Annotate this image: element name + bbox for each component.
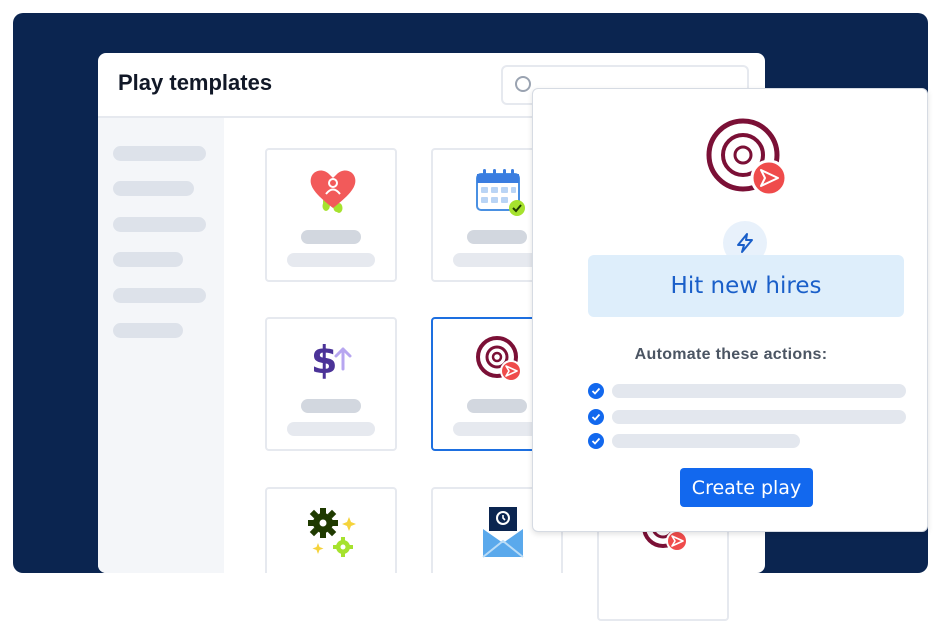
action-placeholder	[612, 384, 906, 398]
play-title-box: Hit new hires	[588, 255, 904, 317]
search-icon	[515, 76, 531, 92]
play-title: Hit new hires	[670, 273, 822, 299]
check-circle-icon	[588, 409, 604, 425]
gears-sparkle-icon	[308, 508, 356, 557]
card-desc-placeholder	[287, 422, 375, 436]
check-circle-icon	[588, 433, 604, 449]
action-item	[588, 383, 906, 399]
actions-heading: Automate these actions:	[634, 346, 828, 363]
target-send-icon	[476, 336, 522, 382]
sidebar-item[interactable]	[113, 288, 206, 303]
mail-history-icon	[482, 507, 524, 558]
check-circle-icon	[588, 383, 604, 399]
card-title-placeholder	[467, 399, 527, 413]
sidebar	[98, 118, 224, 573]
action-placeholder	[612, 410, 906, 424]
card-desc-placeholder	[287, 253, 375, 267]
template-card-dollar[interactable]: $	[265, 317, 397, 451]
sidebar-item[interactable]	[113, 146, 206, 161]
svg-text:$: $	[311, 338, 337, 382]
sidebar-item[interactable]	[113, 252, 183, 267]
template-card-gears[interactable]	[265, 487, 397, 573]
heart-person-icon	[310, 170, 356, 213]
card-desc-placeholder	[453, 253, 541, 267]
sidebar-item[interactable]	[113, 181, 194, 196]
lightning-bolt-icon	[737, 233, 753, 253]
calendar-check-icon	[476, 169, 525, 216]
action-placeholder	[612, 434, 800, 448]
action-item	[588, 433, 906, 449]
template-detail-panel: Hit new hires Automate these actions: Cr…	[532, 88, 928, 532]
dollar-up-icon: $	[311, 338, 352, 382]
target-send-icon	[706, 118, 788, 197]
card-title-placeholder	[301, 230, 361, 244]
create-play-button[interactable]: Create play	[680, 468, 813, 507]
action-item	[588, 409, 906, 425]
card-title-placeholder	[301, 399, 361, 413]
page-title: Play templates	[118, 70, 273, 95]
card-title-placeholder	[467, 230, 527, 244]
template-card-heart[interactable]	[265, 148, 397, 282]
sidebar-item[interactable]	[113, 217, 206, 232]
sidebar-item[interactable]	[113, 323, 183, 338]
card-desc-placeholder	[453, 422, 541, 436]
